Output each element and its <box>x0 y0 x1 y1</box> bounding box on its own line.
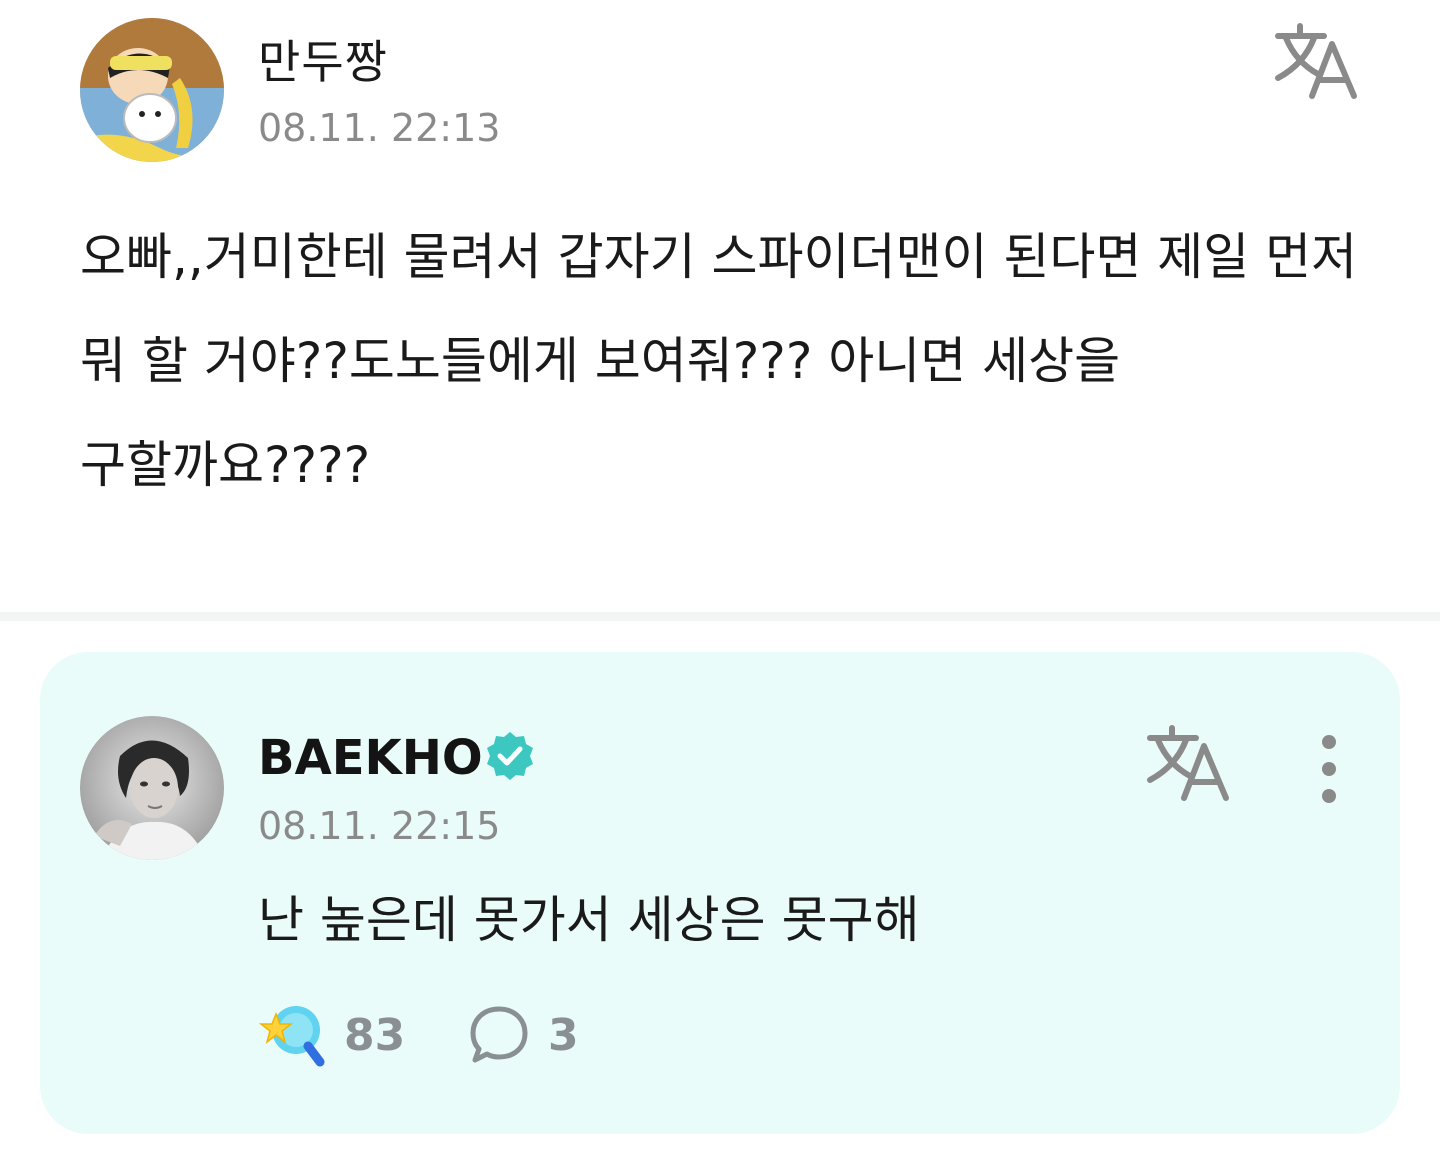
author-name[interactable]: 만두짱 <box>258 26 388 92</box>
comment-button[interactable]: 3 <box>468 1002 579 1068</box>
verified-badge-icon <box>484 730 536 782</box>
cartoon-character-avatar[interactable] <box>80 18 224 162</box>
post-body: 오빠,,거미한테 물려서 갑자기 스파이더맨이 된다면 제일 먼저 뭐 할 거야… <box>80 228 1358 494</box>
star-wand-icon <box>258 1006 325 1067</box>
translate-icon[interactable] <box>1142 724 1238 804</box>
like-button[interactable]: 83 <box>258 1002 405 1068</box>
like-count: 83 <box>344 1009 406 1061</box>
reply-body: 난 높은데 못가서 세상은 못구해 <box>258 891 920 949</box>
artist-reply-card: BAEKHO 08.11. 22:15 난 높은데 못가서 세상은 못구해 83… <box>40 652 1400 1134</box>
comment-bubble-icon <box>470 1006 528 1063</box>
profile-photo-avatar[interactable] <box>80 716 224 860</box>
section-divider <box>0 612 1440 621</box>
weverse-post-page: 만두짱 08.11. 22:13 오빠,,거미한테 물려서 갑자기 스파이더맨이… <box>0 0 1440 1157</box>
post-timestamp: 08.11. 22:13 <box>258 106 501 150</box>
translate-icon[interactable] <box>1270 22 1366 102</box>
comment-count: 3 <box>548 1009 579 1061</box>
more-vertical-icon[interactable] <box>1304 734 1354 804</box>
reply-timestamp: 08.11. 22:15 <box>258 804 501 848</box>
fan-post: 만두짱 08.11. 22:13 오빠,,거미한테 물려서 갑자기 스파이더맨이… <box>0 0 1440 612</box>
artist-name[interactable]: BAEKHO <box>258 730 483 786</box>
